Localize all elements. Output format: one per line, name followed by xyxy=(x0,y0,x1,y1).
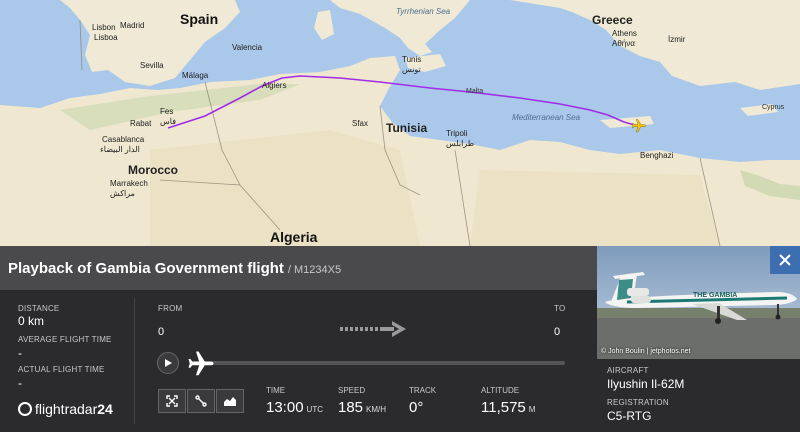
land-balkans-turkey xyxy=(510,0,800,90)
map-label-madrid: Madrid xyxy=(120,21,145,30)
playback-timeline-track[interactable] xyxy=(212,361,565,365)
stats-divider xyxy=(134,298,135,424)
altitude-unit: M xyxy=(528,405,536,414)
flightradar24-logo[interactable]: flightradar 24 xyxy=(18,401,113,417)
altitude-readout: 11,575 M xyxy=(481,399,535,416)
map-label-greece: Greece xyxy=(592,13,633,27)
map-label-morocco: Morocco xyxy=(128,163,179,177)
play-icon xyxy=(165,359,172,367)
chart-icon xyxy=(224,397,236,406)
airplane-icon[interactable] xyxy=(186,349,216,379)
map-label-casablanca: Casablanca xyxy=(102,135,145,144)
map-label-algeria: Algeria xyxy=(270,229,318,245)
photo-credit[interactable]: © John Boulin | jetphotos.net xyxy=(601,348,690,355)
map-label-mediterranean-sea: Mediterranean Sea xyxy=(512,113,581,122)
map-label-spain: Spain xyxy=(180,11,219,27)
aircraft-info: AIRCRAFT Ilyushin Il-62M REGISTRATION C5… xyxy=(597,359,800,432)
map-label-tunisia: Tunisia xyxy=(386,121,428,135)
map-label-casablanca-ar: الدار البيضاء xyxy=(100,145,140,154)
distance-value: 0 km xyxy=(18,314,45,328)
close-button[interactable] xyxy=(770,246,800,274)
speed-value: 185 xyxy=(338,399,364,416)
map-label-tyrrhenian-sea: Tyrrhenian Sea xyxy=(396,7,451,16)
speed-unit: KM/H xyxy=(366,405,387,414)
map-label-tripoli: Tripoli xyxy=(446,129,468,138)
flight-playback-panel: Playback of Gambia Government flight / M1… xyxy=(0,246,800,432)
map-label-tunis: Tunis xyxy=(402,55,422,64)
track-value: 0° xyxy=(409,399,424,416)
map-label-fes: Fes xyxy=(160,107,174,116)
from-value: 0 xyxy=(158,326,165,338)
to-label: TO xyxy=(554,304,566,313)
map-label-izmir: İzmir xyxy=(668,35,686,44)
time-value: 13:00 xyxy=(266,399,304,416)
brand-name-a: flightradar xyxy=(35,401,98,417)
map-label-lisboa: Lisboa xyxy=(94,33,118,42)
radar-icon xyxy=(18,402,32,416)
avg-flight-time-label: AVERAGE FLIGHT TIME xyxy=(18,335,112,344)
map-label-athens-gr: Αθήνα xyxy=(612,39,635,48)
panel-title: Playback of Gambia Government flight / M1… xyxy=(8,260,341,277)
arrow-right-icon xyxy=(340,321,406,337)
registration-value: C5-RTG xyxy=(607,409,652,423)
map-label-marrakech: Marrakech xyxy=(110,179,148,188)
expand-button[interactable] xyxy=(158,389,186,413)
time-readout: 13:00 UTC xyxy=(266,399,323,416)
map-label-malaga: Málaga xyxy=(182,71,209,80)
play-button[interactable] xyxy=(157,352,179,374)
aircraft-label: AIRCRAFT xyxy=(607,366,649,375)
map-label-sfax: Sfax xyxy=(352,119,369,128)
track-label: TRACK xyxy=(409,386,437,395)
map-label-lisbon: Lisbon xyxy=(92,23,116,32)
brand-name-b: 24 xyxy=(97,401,113,417)
aircraft-marker-icon[interactable] xyxy=(631,118,647,134)
altitude-chart-button[interactable] xyxy=(216,389,244,413)
aircraft-value: Ilyushin Il-62M xyxy=(607,377,685,391)
actual-flight-time-label: ACTUAL FLIGHT TIME xyxy=(18,365,105,374)
map-view[interactable]: Spain Madrid Lisbon Lisboa Valencia Sevi… xyxy=(0,0,800,246)
flight-callsign: / M1234X5 xyxy=(287,264,342,276)
to-value: 0 xyxy=(554,326,561,338)
map-label-valencia: Valencia xyxy=(232,43,263,52)
map-label-marrakech-ar: مراكش xyxy=(110,189,135,198)
flight-title: Playback of Gambia Government flight xyxy=(8,260,284,277)
map-label-tripoli-ar: طرابلس xyxy=(446,139,475,148)
map-label-benghazi: Benghazi xyxy=(640,151,674,160)
route-button[interactable] xyxy=(187,389,215,413)
from-label: FROM xyxy=(158,304,183,313)
map-label-fes-ar: فاس xyxy=(160,117,177,126)
close-icon xyxy=(779,254,791,266)
distance-label: DISTANCE xyxy=(18,304,60,313)
expand-icon xyxy=(166,395,178,407)
registration-label: REGISTRATION xyxy=(607,398,669,407)
time-label: TIME xyxy=(266,386,286,395)
avg-flight-time-value: - xyxy=(18,346,22,360)
map-label-algiers: Algiers xyxy=(262,81,287,90)
speed-label: SPEED xyxy=(338,386,366,395)
altitude-value: 11,575 xyxy=(481,399,526,416)
time-unit: UTC xyxy=(306,405,323,414)
actual-flight-time-value: - xyxy=(18,376,22,390)
map-label-rabat: Rabat xyxy=(130,119,152,128)
map-label-malta: Malta xyxy=(466,88,484,95)
route-icon xyxy=(195,395,207,407)
livery-text: THE GAMBIA xyxy=(693,292,738,299)
map-label-tunis-ar: تونس xyxy=(402,65,421,74)
map-label-sevilla: Sevilla xyxy=(140,61,164,70)
map-label-cyprus: Cyprus xyxy=(762,104,785,111)
altitude-label: ALTITUDE xyxy=(481,386,520,395)
speed-readout: 185 KM/H xyxy=(338,399,386,416)
panel-title-bar: Playback of Gambia Government flight / M1… xyxy=(0,246,597,290)
map-label-athens: Athens xyxy=(612,29,637,38)
